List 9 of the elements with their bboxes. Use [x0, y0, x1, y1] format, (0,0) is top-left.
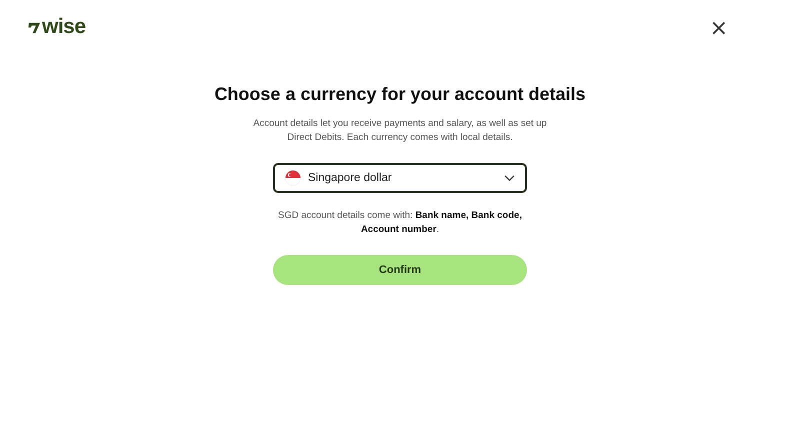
details-note: SGD account details come with: Bank name, Bank code, Account number.: [277, 209, 523, 237]
flag-icon: [285, 170, 301, 186]
close-button[interactable]: ×: [706, 18, 732, 40]
description-text: Account details let you receive payments and salary, as well as set up Direct Debits. Each currency comes with local details.: [252, 117, 548, 145]
confirm-button[interactable]: Confirm: [273, 255, 527, 285]
chevron-down-icon: [504, 174, 515, 182]
wise-logo: wise: [28, 16, 86, 38]
currency-dropdown[interactable]: Singapore dollar: [273, 163, 527, 193]
page-title: Choose a currency for your account details: [214, 84, 586, 105]
